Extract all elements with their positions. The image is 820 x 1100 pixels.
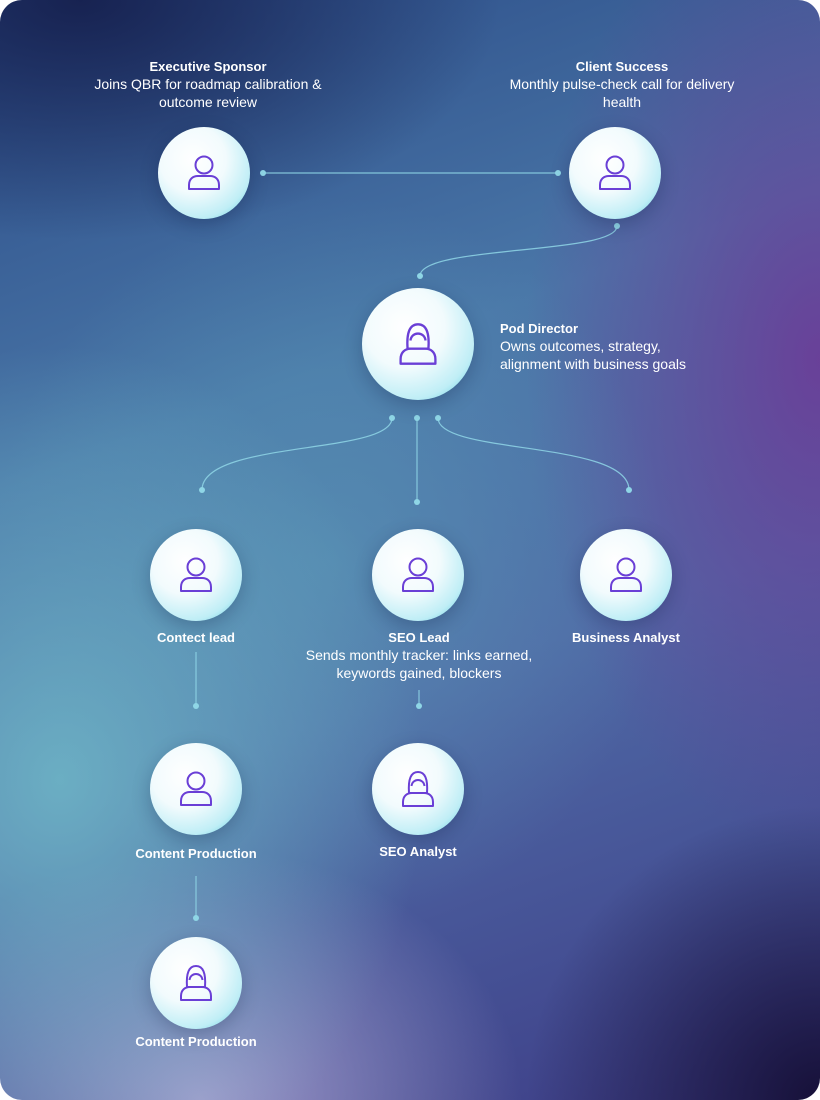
seo-lead-node: [372, 529, 464, 621]
connector-dot: [414, 415, 420, 421]
content-production-label: Content Production: [96, 1033, 296, 1050]
connector-dot: [193, 915, 199, 921]
executive-sponsor-node: [158, 127, 250, 219]
node-name: Pod Director: [500, 321, 579, 336]
seo-analyst-node: [372, 743, 464, 835]
connector-dot: [614, 223, 620, 229]
executive-sponsor-label: Executive Sponsor Joins QBR for roadmap …: [78, 58, 338, 111]
content-production-node: [150, 937, 242, 1029]
node-name: Business Analyst: [572, 630, 680, 645]
org-chart-card: Executive Sponsor Joins QBR for roadmap …: [0, 0, 820, 1100]
connector-dot: [417, 273, 423, 279]
node-name: Contect lead: [156, 630, 235, 645]
client-success-label: Client Success Monthly pulse-check call …: [500, 58, 744, 111]
node-name: Content Production: [135, 1034, 257, 1049]
node-name: SEO Analyst: [379, 844, 457, 859]
connector-dot: [414, 499, 420, 505]
connector-dot: [435, 415, 441, 421]
node-name: Content Production: [135, 846, 257, 861]
node-description: Owns outcomes, strategy, alignment with …: [500, 338, 686, 372]
business-analyst-node: [580, 529, 672, 621]
node-name: SEO Lead: [388, 630, 450, 645]
person-female-icon: [402, 771, 434, 807]
connector-dot: [626, 487, 632, 493]
node-name: Client Success: [575, 59, 669, 74]
person-icon: [188, 155, 220, 190]
person-icon: [610, 557, 642, 592]
content-production-label: Content Production: [96, 845, 296, 862]
content-lead-node: [150, 529, 242, 621]
connector-dot: [260, 170, 266, 176]
connector-dot: [555, 170, 561, 176]
content-lead-label: Contect lead: [106, 629, 286, 646]
person-icon: [599, 155, 631, 190]
connector-dot: [416, 703, 422, 709]
edge-pod-content-lead: [201, 417, 393, 491]
business-analyst-label: Business Analyst: [536, 629, 716, 646]
node-description: Sends monthly tracker: links earned, key…: [305, 647, 533, 681]
client-success-node: [569, 127, 661, 219]
node-name: Executive Sponsor: [149, 59, 267, 74]
connector-dot: [199, 487, 205, 493]
edge-pod-business-analyst: [437, 417, 630, 491]
seo-analyst-label: SEO Analyst: [328, 843, 508, 860]
pod-director-label: Pod Director Owns outcomes, strategy, al…: [500, 320, 720, 373]
person-icon: [402, 557, 434, 592]
connector-dot: [193, 703, 199, 709]
node-description: Joins QBR for roadmap calibration & outc…: [94, 76, 322, 110]
person-icon: [180, 557, 212, 592]
edge-client-pod: [419, 225, 618, 277]
connector-dot: [389, 415, 395, 421]
seo-lead-label: SEO Lead Sends monthly tracker: links ea…: [288, 629, 550, 682]
person-icon: [180, 771, 212, 806]
pod-director-node: [362, 288, 474, 400]
person-female-icon: [180, 965, 212, 1001]
node-description: Monthly pulse-check call for delivery he…: [509, 76, 735, 110]
person-female-icon: [399, 323, 437, 365]
content-production-node: [150, 743, 242, 835]
